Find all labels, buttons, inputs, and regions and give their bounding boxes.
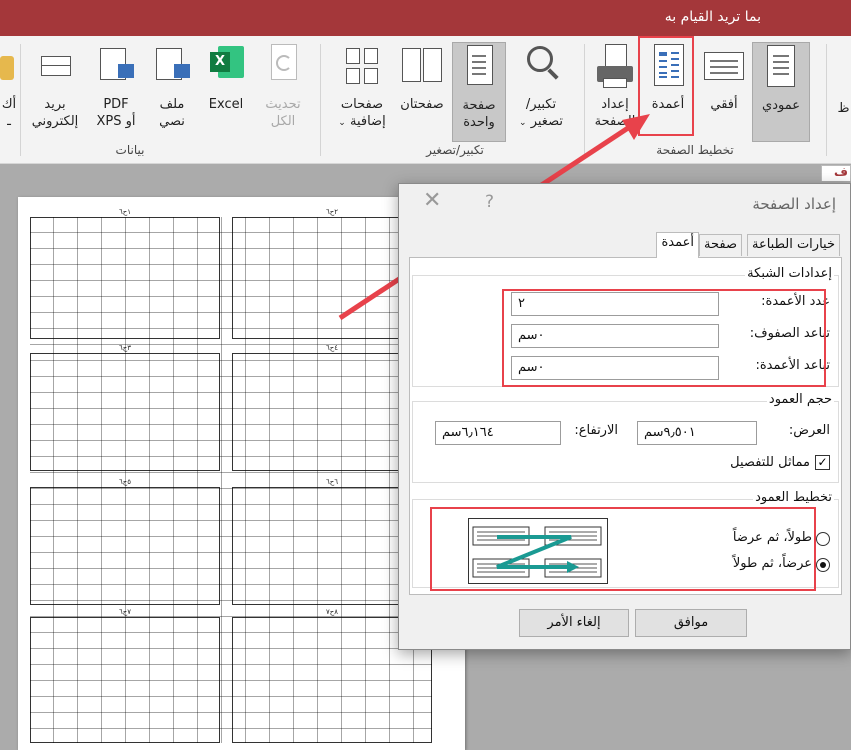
landscape-button[interactable]: أفقي [700,42,748,142]
document-tab[interactable]: ف [821,165,851,181]
dialog-title: إعداد الصفحة [752,195,836,213]
ribbon-separator [20,44,21,156]
columns-tab-panel: إعدادات الشبكة عدد الأعمدة: ٢ تباعد الصف… [409,257,842,595]
report-section: ٣ح٦ [30,344,220,471]
ribbon: ظ عمودي أفقي أعمدة إعداد الصفحة تخطيط ال… [0,36,851,164]
help-icon[interactable]: ? [485,192,494,212]
landscape-icon [704,42,744,90]
chevron-down-icon: ⌄ [338,118,346,128]
group-label-zoom: تكبير/تصغير [426,143,484,157]
one-page-button[interactable]: صفحة واحدة [452,42,506,142]
width-field[interactable]: ٩٫٥٠١سم [637,421,757,445]
chevron-down-icon: ⌄ [519,118,527,128]
cancel-button[interactable]: إلغاء الأمر [519,609,629,637]
report-section: ٧ح٦ [30,608,220,743]
column-size-group: حجم العمود العرض: ٩٫٥٠١سم الارتفاع: ٦٫١٦… [412,392,839,483]
annotation-grid-highlight [502,289,826,387]
export-email-button[interactable]: بريد إلكتروني [26,42,84,142]
same-as-detail-checkbox[interactable]: ✓ [815,455,830,470]
page-setup-button[interactable]: إعداد الصفحة [590,42,640,142]
printer-page-icon [595,42,635,90]
portrait-button[interactable]: عمودي [752,42,810,142]
tell-me-box[interactable]: بما تريد القيام به [665,9,761,25]
magnifier-icon [521,42,561,90]
export-excel-button[interactable]: X Excel [200,42,252,142]
annotation-columns-highlight [638,36,694,136]
export-more-button[interactable]: أك ـ [0,42,18,142]
export-text-file-button[interactable]: ملف نصي [148,42,196,142]
page-setup-dialog: إعداد الصفحة ? ✕ خيارات الطباعة صفحة أعم… [398,183,851,650]
refresh-all-button[interactable]: تحديث الكل [254,42,312,142]
two-pages-icon [402,42,442,90]
annotation-layout-highlight [430,507,816,591]
portrait-icon [761,43,801,91]
close-icon[interactable]: ✕ [423,188,441,213]
export-pdf-button[interactable]: PDF أو XPS [88,42,144,142]
tab-columns[interactable]: أعمدة [656,232,699,258]
tab-page[interactable]: صفحة [699,234,742,256]
ribbon-separator [320,44,321,156]
height-label: الارتفاع: [574,423,618,438]
title-bar: بما تريد القيام به [0,0,851,36]
report-section: ١ح٦ [30,208,220,339]
group-label-data: بيانات [115,143,145,157]
excel-icon: X [206,42,246,90]
more-pages-button[interactable]: صفحات إضافية ⌄ [334,42,390,142]
ok-button[interactable]: موافق [635,609,747,637]
ribbon-separator [826,44,827,156]
report-section: ٥ح٦ [30,478,220,605]
email-icon [35,42,75,90]
database-icon [0,42,18,90]
down-then-across-radio[interactable] [816,532,830,546]
text-file-icon [152,42,192,90]
across-then-down-radio[interactable] [816,558,830,572]
one-page-icon [459,43,499,91]
ribbon-separator [584,44,585,156]
tab-print-options[interactable]: خيارات الطباعة [746,234,840,256]
two-pages-button[interactable]: صفحتان [395,42,449,142]
pdf-icon [96,42,136,90]
width-label: العرض: [788,423,830,438]
ribbon-edge-label: ظ [837,101,850,116]
height-field[interactable]: ٦٫١٦٤سم [435,421,561,445]
refresh-icon [263,42,303,90]
more-pages-icon [342,42,382,90]
same-as-detail-label: مماثل للتفصيل [730,455,810,470]
group-label-page-layout: تخطيط الصفحة [656,143,734,157]
zoom-button[interactable]: تكبير/ تصغير ⌄ [510,42,572,142]
